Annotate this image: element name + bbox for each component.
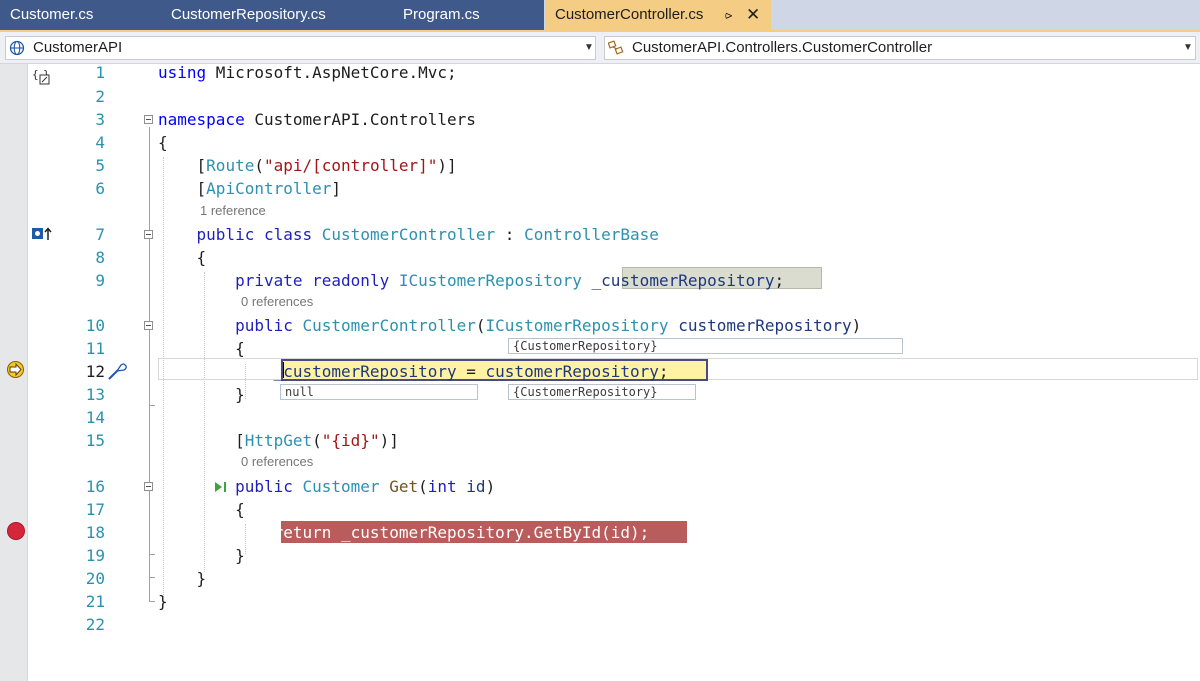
codelens-references[interactable]: 0 references [241, 452, 313, 472]
line-number: 16 [85, 477, 105, 496]
code-text: public CustomerController(ICustomerRepos… [235, 316, 862, 335]
code-line[interactable]: 9 private readonly ICustomerRepository _… [0, 269, 1200, 292]
line-number: 11 [85, 339, 105, 358]
keyword: using [158, 63, 207, 82]
line-number: 19 [85, 546, 105, 565]
codelens-references[interactable]: 0 references [241, 292, 313, 312]
line-number: 13 [85, 385, 105, 404]
line-number: 21 [85, 592, 105, 611]
tab-customer-cs[interactable]: Customer.cs [0, 0, 162, 30]
line-number: 6 [95, 179, 105, 198]
code-line[interactable]: 16 public Customer Get(int id) [0, 475, 1200, 498]
globe-project-icon [9, 40, 25, 56]
code-line-current[interactable]: 12 _customerRepository = customerReposit… [0, 360, 1200, 383]
navigation-bar: CustomerAPI ▼ CustomerAPI.Controllers.Cu… [0, 32, 1200, 64]
tab-label: CustomerController.cs [555, 6, 704, 23]
code-text: } [158, 569, 207, 588]
code-text: } [158, 592, 168, 611]
codelens-references[interactable]: 1 reference [200, 201, 266, 221]
code-line[interactable]: 21 } [0, 590, 1200, 613]
tab-customer-repository-cs[interactable]: CustomerRepository.cs [161, 0, 394, 30]
code-text: { [158, 133, 168, 152]
code-text: public class CustomerController : Contro… [196, 225, 659, 244]
inline-value-hint[interactable]: {CustomerRepository} [508, 338, 903, 354]
line-number: 2 [95, 87, 105, 106]
project-dropdown[interactable]: CustomerAPI ▼ [5, 36, 596, 60]
tab-customer-controller-cs[interactable]: CustomerController.cs ⪧ ✕ [545, 0, 772, 30]
code-line[interactable]: 3 namespace CustomerAPI.Controllers [0, 108, 1200, 131]
code-editor[interactable]: { } 1 using Microsoft.AspNetCore.Mvc; [0, 61, 1200, 681]
tab-label: CustomerRepository.cs [171, 6, 326, 23]
code-line[interactable]: 14 [0, 406, 1200, 429]
line-number: 20 [85, 569, 105, 588]
code-line[interactable]: 22 [0, 613, 1200, 636]
code-line[interactable]: 15 [HttpGet("{id}")] [0, 429, 1200, 452]
code-text: _customerRepository = customerRepository… [273, 362, 669, 381]
code-text: [Route("api/[controller]")] [158, 156, 457, 175]
line-number: 18 [85, 523, 105, 542]
line-number: 4 [95, 133, 105, 152]
code-line[interactable]: 6 [ApiController] [0, 177, 1200, 200]
line-number: 12 [85, 362, 105, 381]
code-text: } [158, 385, 245, 404]
chevron-down-icon: ▼ [584, 42, 594, 53]
line-number: 5 [95, 156, 105, 175]
close-icon[interactable]: ✕ [746, 0, 760, 30]
code-text: } [158, 546, 245, 565]
line-number: 17 [85, 500, 105, 519]
class-icon [608, 40, 624, 55]
code-line[interactable]: 5 [Route("api/[controller]")] [0, 154, 1200, 177]
document-tab-strip: Customer.cs CustomerRepository.cs Progra… [0, 0, 1200, 32]
code-text: namespace CustomerAPI.Controllers [158, 110, 476, 129]
code-line[interactable]: 17 { [0, 498, 1200, 521]
tab-label: Customer.cs [10, 6, 94, 23]
code-line[interactable]: 7 public class CustomerController : Cont… [0, 223, 1200, 246]
code-text: { [158, 248, 207, 267]
line-number: 1 [95, 63, 105, 82]
tab-label: Program.cs [403, 6, 480, 23]
line-number: 3 [95, 110, 105, 129]
line-number: 9 [95, 271, 105, 290]
code-line[interactable]: 2 [0, 85, 1200, 108]
code-text: return _customerRepository.GetById(id); [158, 523, 650, 542]
code-text: using Microsoft.AspNetCore.Mvc; [158, 63, 457, 82]
code-text: { [158, 500, 245, 519]
code-line[interactable]: 1 using Microsoft.AspNetCore.Mvc; [0, 61, 1200, 84]
code-line[interactable]: 10 public CustomerController(ICustomerRe… [0, 314, 1200, 337]
scope-dropdown[interactable]: CustomerAPI.Controllers.CustomerControll… [604, 36, 1196, 60]
line-number: 15 [85, 431, 105, 450]
quick-actions-screwdriver-icon[interactable] [106, 362, 128, 382]
run-to-method-icon[interactable] [214, 480, 230, 494]
inline-value-hint[interactable]: {CustomerRepository} [508, 384, 696, 400]
project-name: CustomerAPI [33, 39, 123, 56]
code-text: public Customer Get(int id) [235, 477, 496, 496]
pin-icon[interactable]: ⪧ [725, 0, 732, 30]
line-number: 10 [85, 316, 105, 335]
code-line[interactable]: 4 { [0, 131, 1200, 154]
code-line[interactable]: 8 { [0, 246, 1200, 269]
code-text: { [158, 339, 245, 358]
code-line-breakpoint[interactable]: 18 return _customerRepository.GetById(id… [0, 521, 1200, 544]
line-number: 7 [95, 225, 105, 244]
code-line[interactable]: 20 } [0, 567, 1200, 590]
code-text: private readonly ICustomerRepository _cu… [235, 271, 785, 290]
line-number: 22 [85, 615, 105, 634]
code-line[interactable]: 19 } [0, 544, 1200, 567]
code-text: [HttpGet("{id}")] [158, 431, 399, 450]
keyword: namespace [158, 110, 245, 129]
line-number: 14 [85, 408, 105, 427]
chevron-down-icon: ▼ [1183, 42, 1193, 53]
scope-name: CustomerAPI.Controllers.CustomerControll… [632, 39, 933, 56]
inline-value-null[interactable]: null [280, 384, 478, 400]
tab-program-cs[interactable]: Program.cs [393, 0, 545, 30]
line-number: 8 [95, 248, 105, 267]
code-text: [ApiController] [158, 179, 342, 198]
